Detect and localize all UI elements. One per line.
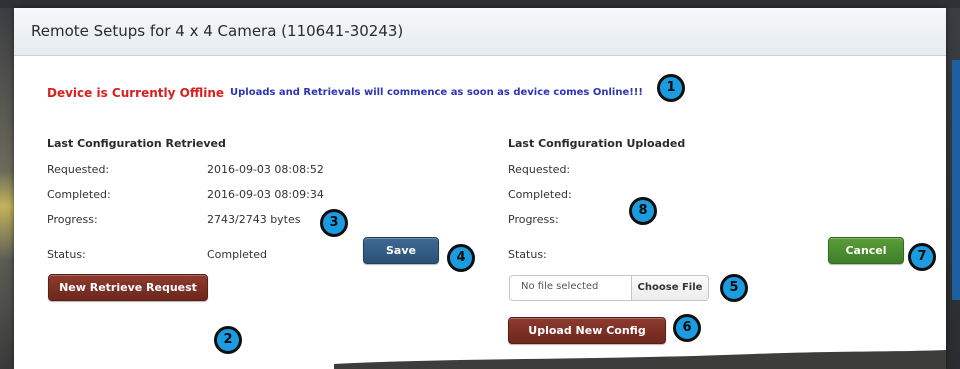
callout-badge-7: 7 bbox=[908, 243, 936, 271]
new-retrieve-request-button[interactable]: New Retrieve Request bbox=[48, 274, 208, 301]
upload-new-config-button[interactable]: Upload New Config bbox=[508, 317, 666, 344]
uploaded-status-label: Status: bbox=[508, 248, 547, 261]
choose-file-button[interactable]: Choose File bbox=[631, 276, 708, 300]
online-notice-text: Uploads and Retrievals will commence as … bbox=[230, 87, 643, 98]
retrieved-status-value: Completed bbox=[207, 248, 267, 261]
retrieved-requested-value: 2016-09-03 08:08:52 bbox=[207, 163, 324, 176]
callout-badge-4: 4 bbox=[447, 244, 475, 272]
torn-edge-decoration bbox=[334, 350, 946, 369]
background-window-left bbox=[0, 8, 14, 369]
retrieved-requested-label: Requested: bbox=[47, 163, 110, 176]
config-file-input[interactable]: No file selected Choose File bbox=[509, 275, 709, 301]
cancel-button[interactable]: Cancel bbox=[828, 237, 904, 264]
uploaded-requested-label: Requested: bbox=[508, 163, 571, 176]
retrieved-completed-value: 2016-09-03 08:09:34 bbox=[207, 188, 324, 201]
callout-badge-8: 8 bbox=[629, 197, 657, 225]
retrieved-progress-value: 2743/2743 bytes bbox=[207, 213, 301, 226]
background-window-bar bbox=[0, 0, 960, 8]
file-input-placeholder: No file selected bbox=[521, 281, 599, 292]
callout-badge-5: 5 bbox=[720, 274, 748, 302]
dialog-title: Remote Setups for 4 x 4 Camera (110641-3… bbox=[31, 22, 404, 40]
retrieved-completed-label: Completed: bbox=[47, 188, 111, 201]
callout-badge-3: 3 bbox=[320, 209, 348, 237]
retrieved-heading: Last Configuration Retrieved bbox=[47, 137, 226, 150]
background-scrollbar bbox=[952, 60, 960, 300]
retrieved-progress-label: Progress: bbox=[47, 213, 98, 226]
dialog-header: Remote Setups for 4 x 4 Camera (110641-3… bbox=[14, 8, 946, 56]
callout-badge-1: 1 bbox=[657, 74, 685, 102]
save-button[interactable]: Save bbox=[363, 237, 439, 264]
uploaded-heading: Last Configuration Uploaded bbox=[508, 137, 686, 150]
callout-badge-6: 6 bbox=[673, 314, 701, 342]
remote-setups-dialog: Remote Setups for 4 x 4 Camera (110641-3… bbox=[14, 8, 946, 369]
retrieved-status-label: Status: bbox=[47, 248, 86, 261]
callout-badge-2: 2 bbox=[214, 326, 242, 354]
uploaded-progress-label: Progress: bbox=[508, 213, 559, 226]
offline-status-text: Device is Currently Offline bbox=[47, 86, 225, 100]
uploaded-completed-label: Completed: bbox=[508, 188, 572, 201]
